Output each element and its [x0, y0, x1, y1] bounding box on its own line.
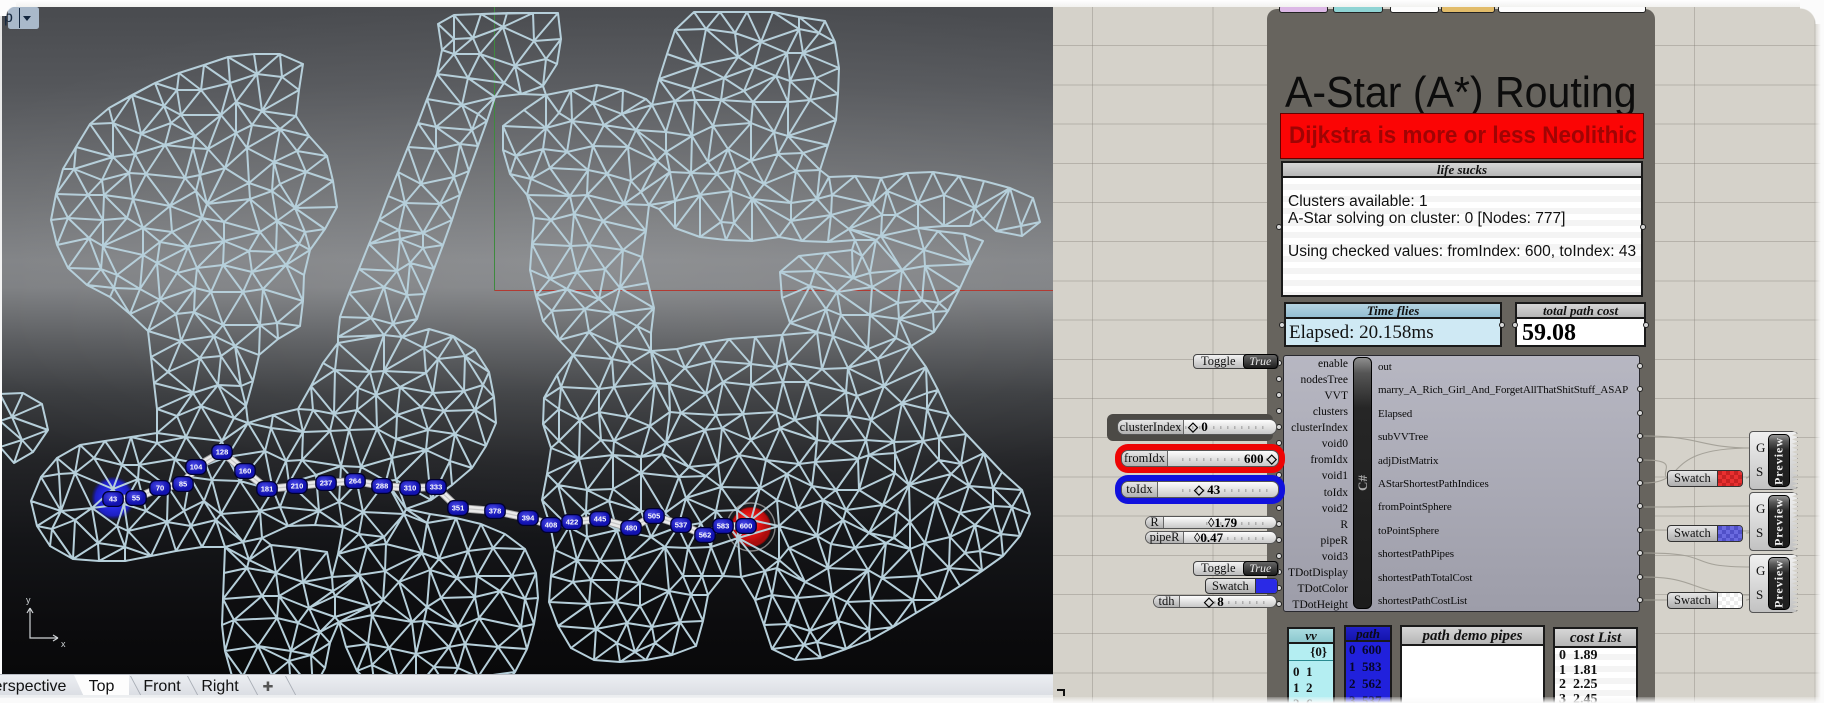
svg-text:160: 160 — [239, 467, 252, 476]
svg-text:480: 480 — [625, 524, 638, 533]
svg-text:445: 445 — [594, 515, 607, 524]
svg-text:x: x — [61, 639, 66, 649]
svg-text:43: 43 — [109, 495, 117, 504]
svg-text:y: y — [26, 595, 31, 605]
svg-text:422: 422 — [566, 518, 579, 527]
svg-text:264: 264 — [349, 477, 362, 486]
svg-text:583: 583 — [717, 522, 730, 531]
svg-text:537: 537 — [675, 521, 688, 530]
svg-text:378: 378 — [489, 507, 502, 516]
svg-text:505: 505 — [648, 512, 661, 521]
svg-text:85: 85 — [179, 480, 187, 489]
svg-text:104: 104 — [190, 463, 203, 472]
svg-text:128: 128 — [216, 448, 229, 457]
svg-text:70: 70 — [156, 484, 164, 493]
svg-text:333: 333 — [430, 483, 443, 492]
svg-text:55: 55 — [132, 494, 140, 503]
svg-text:562: 562 — [699, 531, 712, 540]
svg-text:181: 181 — [261, 485, 274, 494]
svg-text:351: 351 — [452, 504, 465, 513]
svg-text:210: 210 — [291, 482, 304, 491]
svg-text:288: 288 — [376, 482, 389, 491]
svg-text:394: 394 — [522, 514, 535, 523]
svg-text:310: 310 — [404, 484, 417, 493]
svg-text:600: 600 — [740, 522, 753, 531]
svg-text:408: 408 — [545, 521, 558, 530]
svg-text:237: 237 — [320, 479, 333, 488]
